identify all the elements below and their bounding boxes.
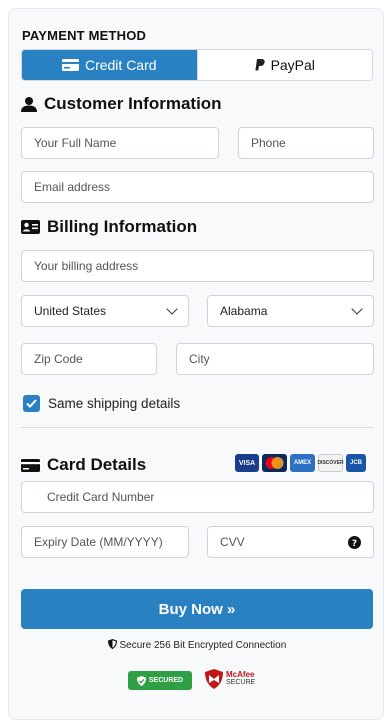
mcafee-secure-seal: McAfee SECURE	[205, 669, 255, 689]
shield-icon	[107, 639, 117, 649]
amex-logo: AMEX	[290, 454, 315, 472]
full-name-field[interactable]: Your Full Name	[21, 127, 219, 159]
phone-field[interactable]: Phone	[238, 127, 374, 159]
tab-credit-card[interactable]: Credit Card	[22, 50, 197, 80]
expiry-date-field[interactable]: Expiry Date (MM/YYYY)	[21, 526, 189, 558]
card-title-text: Card Details	[47, 455, 147, 474]
tab-paypal[interactable]: PayPal	[196, 50, 372, 80]
phone-placeholder: Phone	[251, 136, 286, 150]
same-shipping-checkbox[interactable]	[23, 395, 40, 412]
card-number-placeholder: Credit Card Number	[47, 490, 155, 504]
credit-card-icon	[21, 458, 40, 472]
discover-logo: DISCOVER	[317, 454, 344, 472]
user-icon	[21, 96, 37, 112]
cvv-placeholder: CVV	[220, 535, 245, 549]
mcafee-shield-icon	[205, 669, 223, 689]
billing-address-placeholder: Your billing address	[34, 259, 139, 273]
city-field[interactable]: City	[176, 343, 374, 375]
card-section-title: Card Details	[21, 455, 146, 475]
customer-section-title: Customer Information	[21, 94, 222, 114]
discover-text: DISCOVER	[317, 460, 344, 466]
chevron-down-icon	[166, 303, 178, 315]
checkout-card: PAYMENT METHOD Credit Card PayPal Custom…	[8, 8, 384, 720]
cvv-field[interactable]: CVV ?	[207, 526, 374, 558]
full-name-placeholder: Your Full Name	[34, 136, 117, 150]
expiry-date-placeholder: Expiry Date (MM/YYYY)	[34, 535, 163, 549]
billing-address-field[interactable]: Your billing address	[21, 250, 374, 282]
payment-method-title: PAYMENT METHOD	[22, 28, 147, 43]
credit-card-icon	[61, 59, 79, 71]
email-field[interactable]: Email address	[21, 171, 374, 203]
svg-text:?: ?	[352, 539, 357, 549]
same-shipping-label[interactable]: Same shipping details	[48, 396, 180, 411]
state-value: Alabama	[220, 304, 268, 318]
email-placeholder: Email address	[34, 180, 111, 194]
section-divider	[21, 427, 373, 428]
secured-seal: SECURED	[128, 671, 192, 690]
mastercard-logo	[262, 454, 287, 472]
visa-text: VISA	[238, 459, 256, 467]
city-placeholder: City	[189, 352, 210, 366]
checkmark-icon	[26, 399, 37, 408]
question-circle-icon[interactable]: ?	[348, 535, 361, 549]
billing-section-title: Billing Information	[21, 217, 197, 237]
check-shield-icon	[136, 675, 146, 686]
card-number-field[interactable]: Credit Card Number	[21, 481, 374, 513]
billing-title-text: Billing Information	[47, 217, 198, 236]
jcb-logo: JCB	[346, 454, 366, 472]
zip-code-field[interactable]: Zip Code	[21, 343, 157, 375]
tab-paypal-label: PayPal	[270, 57, 315, 73]
buy-now-button[interactable]: Buy Now »	[21, 589, 373, 629]
secure-connection-text: Secure 256 Bit Encrypted Connection	[9, 639, 385, 651]
amex-text: AMEX	[293, 460, 312, 466]
secure-connection-label: Secure 256 Bit Encrypted Connection	[119, 640, 287, 651]
country-value: United States	[34, 304, 107, 318]
chevron-down-icon	[351, 303, 363, 315]
jcb-text: JCB	[349, 460, 362, 466]
id-card-icon	[21, 220, 40, 234]
paypal-icon	[254, 59, 265, 71]
visa-logo: VISA	[235, 454, 259, 472]
customer-title-text: Customer Information	[44, 94, 222, 113]
tab-credit-card-label: Credit Card	[84, 57, 157, 73]
zip-code-placeholder: Zip Code	[34, 352, 83, 366]
mcafee-secure-text: SECURE	[226, 679, 256, 686]
secured-seal-text: SECURED	[148, 677, 184, 684]
mcafee-brand-text: McAfee	[226, 670, 255, 679]
state-select[interactable]: Alabama	[207, 295, 374, 327]
payment-method-tabs: Credit Card PayPal	[21, 49, 373, 81]
card-brand-badges: VISA AMEX DISCOVER JCB	[235, 454, 366, 472]
mastercard-icon	[265, 457, 284, 469]
country-select[interactable]: United States	[21, 295, 189, 327]
